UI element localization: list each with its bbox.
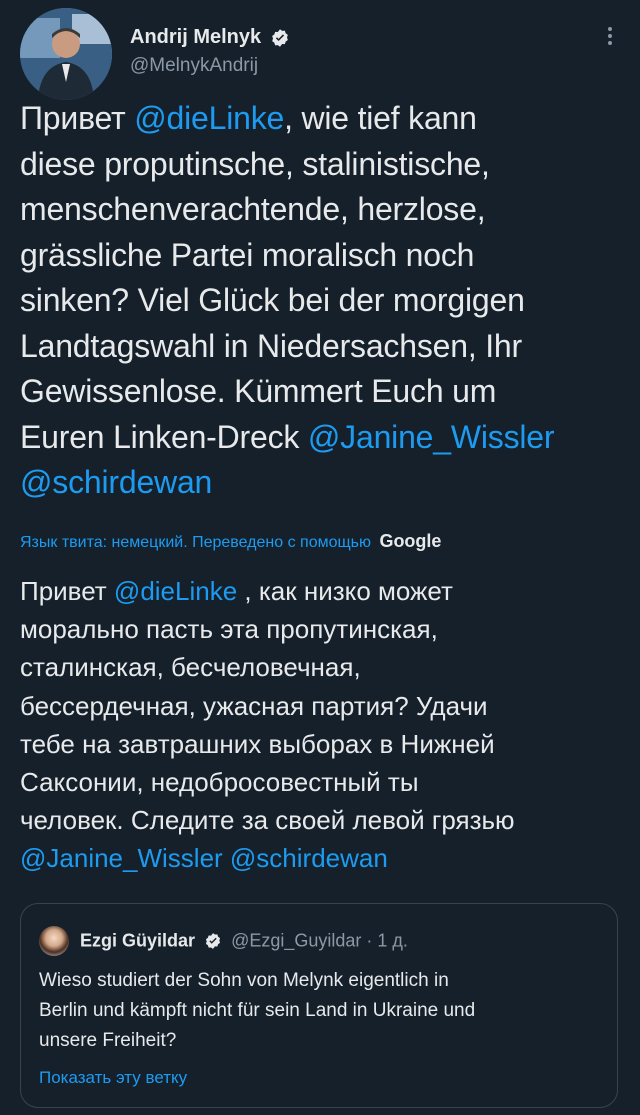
quoted-tweet-text: Wieso studiert der Sohn von Melynk eigen… <box>39 966 609 1056</box>
author-display-name[interactable]: Andrij Melnyk <box>130 26 261 49</box>
text-segment: Landtagswahl in Niedersachsen, Ihr <box>20 327 522 364</box>
quoted-line: Berlin und kämpft nicht für sein Land in… <box>39 1000 476 1021</box>
author-avatar[interactable] <box>20 8 112 100</box>
text-segment: grässliche Partei moralisch noch <box>20 236 475 273</box>
tweet-line: Привет @dieLinke, wie tief kann <box>20 96 620 142</box>
mention-link[interactable]: @schirdewan <box>20 464 212 500</box>
mention-link[interactable]: @Janine_Wissler <box>308 419 555 455</box>
text-segment: , wie tief kann <box>284 100 477 136</box>
quoted-author-name[interactable]: Ezgi Güyildar <box>80 931 195 951</box>
quoted-tweet-card[interactable]: Ezgi Güyildar @Ezgi_Guyildar · 1 д. Wies… <box>20 903 618 1108</box>
translated-line: @Janine_Wissler @schirdewan <box>20 839 620 877</box>
tweet-line: menschenverachtende, herzlose, <box>20 187 620 233</box>
tweet-line: Landtagswahl in Niedersachsen, Ihr <box>20 324 620 370</box>
tweet-line: grässliche Partei moralisch noch <box>20 233 620 279</box>
text-segment: морально пасть эта пропутинская, <box>20 614 438 645</box>
translated-line: Саксонии, недобросовестный ты <box>20 763 620 801</box>
translated-line: морально пасть эта пропутинская, <box>20 610 620 648</box>
tweet-line: @schirdewan <box>20 460 620 506</box>
mention-link[interactable]: @dieLinke <box>114 576 237 606</box>
tweet-text: Привет @dieLinke, wie tief kann diese pr… <box>20 96 620 506</box>
text-segment: Euren Linken-Dreck <box>20 418 308 455</box>
text-segment: menschenverachtende, herzlose, <box>20 191 486 227</box>
tweet-line: Gewissenlose. Kümmert Euch um <box>20 369 620 415</box>
quoted-author-avatar[interactable] <box>39 926 69 956</box>
translated-line: сталинская, бесчеловечная, <box>20 648 620 686</box>
text-segment: бессердечная, ужасная партия? Удачи <box>20 690 488 721</box>
tweet-header: Andrij Melnyk @MelnykAndrij <box>20 8 624 100</box>
text-segment: сталинская, бесчеловечная, <box>20 652 361 683</box>
translation-attribution[interactable]: Язык твита: немецкий. Переведено с помощ… <box>20 531 620 552</box>
more-options-icon[interactable] <box>608 24 614 48</box>
tweet-line: sinken? Viel Glück bei der morgigen <box>20 278 620 324</box>
translated-line: Привет @dieLinke , как низко может <box>20 572 620 610</box>
verified-badge-icon <box>271 28 288 47</box>
author-handle[interactable]: @MelnykAndrij <box>130 55 290 77</box>
quoted-tweet-header: Ezgi Güyildar @Ezgi_Guyildar · 1 д. <box>39 926 408 956</box>
verified-badge-icon <box>206 933 221 949</box>
text-segment: sinken? Viel Glück bei der morgigen <box>20 282 525 318</box>
text-segment: diese proputinsche, stalinistische, <box>20 145 490 182</box>
translation-provider-logo: Google <box>379 531 442 551</box>
translated-line: человек. Следите за своей левой грязью <box>20 801 620 839</box>
translation-label: Язык твита: немецкий. Переведено с помощ… <box>20 534 371 551</box>
mention-link[interactable]: @dieLinke <box>134 100 284 136</box>
text-segment: тебе на завтрашних выборах в Нижней <box>20 728 495 759</box>
translated-text: Привет @dieLinke , как низко может морал… <box>20 572 620 878</box>
mention-link[interactable]: @Janine_Wissler @schirdewan <box>20 843 388 873</box>
text-segment: Привет <box>20 100 135 136</box>
text-segment: Саксонии, недобросовестный ты <box>20 767 419 798</box>
text-segment: человек. Следите за своей левой грязью <box>20 805 515 836</box>
translated-line: тебе на завтрашних выборах в Нижней <box>20 725 620 763</box>
tweet-line: diese proputinsche, stalinistische, <box>20 142 620 188</box>
quoted-author-handle[interactable]: @Ezgi_Guyildar <box>231 931 361 951</box>
text-segment: , как низко может <box>237 576 453 606</box>
avatar-photo <box>20 8 112 100</box>
quoted-line: unsere Freiheit? <box>39 1030 177 1051</box>
translated-line: бессердечная, ужасная партия? Удачи <box>20 687 620 725</box>
tweet-line: Euren Linken-Dreck @Janine_Wissler <box>20 415 620 461</box>
show-thread-link[interactable]: Показать эту ветку <box>39 1068 187 1088</box>
text-segment: Gewissenlose. Kümmert Euch um <box>20 373 497 409</box>
text-segment: Привет <box>20 576 114 606</box>
quoted-line: Wieso studiert der Sohn von Melynk eigen… <box>39 970 449 991</box>
quoted-timestamp[interactable]: · 1 д. <box>366 931 408 951</box>
